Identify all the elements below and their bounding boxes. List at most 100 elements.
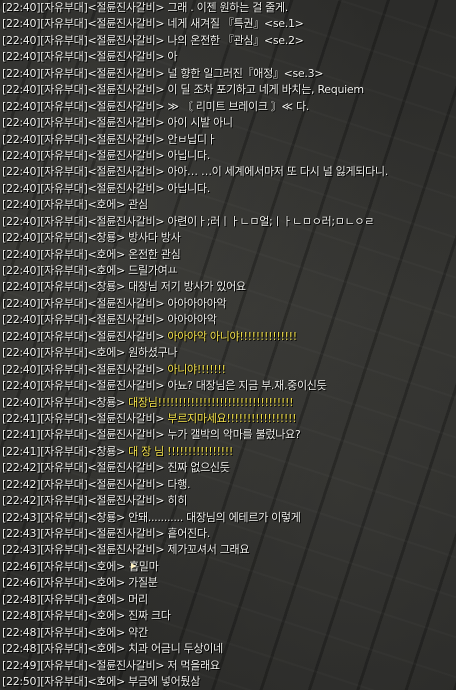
chat-sender-name[interactable]: <절륜진사갈비>: [87, 182, 164, 195]
chat-sender-name[interactable]: <호에>: [87, 626, 125, 639]
chat-channel-tag: [자유부대]: [40, 247, 88, 261]
chat-sender-name[interactable]: <호에>: [87, 675, 125, 688]
chat-timestamp: [22:46]: [2, 559, 41, 573]
chat-message-text: 부금에 넣어뒀삼: [124, 674, 201, 688]
chat-sender-name[interactable]: <호에>: [87, 264, 125, 277]
chat-sender-name[interactable]: <호에>: [87, 248, 125, 261]
chat-channel-tag: [자유부대]: [40, 642, 88, 656]
chat-sender-name[interactable]: <호에>: [87, 346, 125, 359]
chat-channel-tag: [자유부대]: [40, 231, 88, 245]
chat-sender-name[interactable]: <절륜진사갈비>: [87, 297, 164, 310]
chat-channel-tag: [자유부대]: [40, 280, 88, 294]
chat-sender-name[interactable]: <절륜진사갈비>: [87, 215, 164, 228]
chat-line: [22:43][자유부대]<절륜진사갈비> 제가꼬셔서 그래요: [2, 542, 456, 558]
chat-line: [22:48][자유부대]<호에> 약간: [2, 625, 456, 641]
chat-sender-name[interactable]: <절륜진사갈비>: [87, 379, 164, 392]
chat-window[interactable]: [22:40][자유부대]<절륜진사갈비> 그래 . 이젠 원하는 걸 줄게.[…: [0, 0, 456, 690]
chat-sender-name[interactable]: <호에>: [87, 642, 125, 655]
chat-line: [22:42][자유부대]<절륜진사갈비> 다행.: [2, 477, 456, 493]
chat-line: [22:40][자유부대]<호에> 원하셨구나: [2, 345, 456, 361]
chat-line: [22:40][자유부대]<절륜진사갈비> 아아아악 아니야!!!!!!!!!!…: [2, 329, 456, 345]
chat-sender-name[interactable]: <호에>: [87, 198, 125, 211]
chat-line: [22:40][자유부대]<창룡> 대장님 저기 방사가 있어요: [2, 279, 456, 295]
chat-channel-tag: [자유부대]: [40, 362, 88, 376]
chat-sender-name[interactable]: <절륜진사갈비>: [87, 461, 164, 474]
chat-sender-name[interactable]: <창룡>: [87, 280, 125, 293]
chat-line: [22:40][자유부대]<절륜진사갈비> 아니야!!!!!!!: [2, 362, 456, 378]
chat-line: [22:40][자유부대]<절륜진사갈비> ≫ 〘 리미트 브레이크 〙≪ 다.: [2, 99, 456, 115]
chat-timestamp: [22:43]: [2, 510, 41, 524]
chat-message-text: 네게 새겨질 『특권』<se.1>: [164, 17, 304, 31]
chat-sender-name[interactable]: <절륜진사갈비>: [87, 133, 164, 146]
chat-sender-name[interactable]: <창룡>: [87, 511, 125, 524]
chat-sender-name[interactable]: <절륜진사갈비>: [87, 543, 164, 556]
chat-sender-name[interactable]: <호에>: [87, 609, 125, 622]
chat-sender-name[interactable]: <절륜진사갈비>: [87, 149, 164, 162]
chat-sender-name[interactable]: <절륜진사갈비>: [87, 100, 164, 113]
chat-message-text: 온전한 관심: [124, 247, 181, 261]
chat-sender-name[interactable]: <절륜진사갈비>: [87, 313, 164, 326]
chat-channel-tag: [자유부대]: [40, 625, 88, 639]
chat-sender-name[interactable]: <절륜진사갈비>: [87, 478, 164, 491]
chat-channel-tag: [자유부대]: [40, 609, 88, 623]
chat-timestamp: [22:40]: [2, 362, 41, 376]
chat-message-text: 대 장 님 !!!!!!!!!!!!!!!!: [124, 444, 233, 458]
chat-message-text: 아닙니다.: [164, 148, 210, 162]
chat-timestamp: [22:48]: [2, 642, 41, 656]
chat-sender-name[interactable]: <절륜진사갈비>: [87, 83, 164, 96]
chat-channel-tag: [자유부대]: [40, 658, 88, 672]
chat-sender-name[interactable]: <호에>: [87, 560, 125, 573]
chat-channel-tag: [자유부대]: [40, 99, 88, 113]
chat-timestamp: [22:40]: [2, 33, 41, 47]
chat-sender-name[interactable]: <절륜진사갈비>: [87, 165, 164, 178]
chat-timestamp: [22:48]: [2, 609, 41, 623]
chat-channel-tag: [자유부대]: [40, 181, 88, 195]
chat-sender-name[interactable]: <창룡>: [87, 445, 125, 458]
chat-channel-tag: [자유부대]: [40, 559, 88, 573]
chat-message-text: 안ㅂ닙디ㅏ: [164, 132, 217, 146]
chat-line: [22:40][자유부대]<절륜진사갈비> 그래 . 이젠 원하는 걸 줄게.: [2, 0, 456, 16]
chat-sender-name[interactable]: <절륜진사갈비>: [87, 34, 164, 47]
chat-line: [22:40][자유부대]<절륜진사갈비> 이 딜 조차 포기하고 네게 바치는…: [2, 82, 456, 98]
chat-sender-name[interactable]: <절륜진사갈비>: [87, 659, 164, 672]
chat-sender-name[interactable]: <절륜진사갈비>: [87, 67, 164, 80]
chat-sender-name[interactable]: <호에>: [87, 593, 125, 606]
chat-sender-name[interactable]: <절륜진사갈비>: [87, 363, 164, 376]
chat-message-text: 머리: [124, 592, 148, 606]
chat-timestamp: [22:41]: [2, 411, 41, 425]
chat-line: [22:40][자유부대]<절륜진사갈비> 아이 시발 아니: [2, 115, 456, 131]
chat-timestamp: [22:41]: [2, 428, 41, 442]
chat-sender-name[interactable]: <창룡>: [87, 231, 125, 244]
chat-sender-name[interactable]: <절륜진사갈비>: [87, 412, 164, 425]
chat-message-text: 관심: [124, 198, 148, 212]
chat-message-text: 부르지마세요!!!!!!!!!!!!!!!!!: [164, 411, 297, 425]
chat-sender-name[interactable]: <절륜진사갈비>: [87, 330, 164, 343]
chat-message-text: 아니야!!!!!!!: [164, 362, 226, 376]
chat-sender-name[interactable]: <절륜진사갈비>: [87, 527, 164, 540]
chat-message-text: 아: [164, 50, 178, 64]
chat-sender-name[interactable]: <절륜진사갈비>: [87, 116, 164, 129]
chat-line: [22:40][자유부대]<절륜진사갈비> 네게 새겨질 『특권』<se.1>: [2, 16, 456, 32]
chat-log[interactable]: [22:40][자유부대]<절륜진사갈비> 그래 . 이젠 원하는 걸 줄게.[…: [2, 0, 456, 690]
chat-message-text: 아아아아악: [164, 313, 217, 327]
chat-sender-name[interactable]: <절륜진사갈비>: [87, 50, 164, 63]
chat-sender-name[interactable]: <호에>: [87, 576, 125, 589]
chat-channel-tag: [자유부대]: [40, 428, 88, 442]
chat-line: [22:40][자유부대]<절륜진사갈비> 아뇨? 대장님은 지금 부.재.중이…: [2, 378, 456, 394]
chat-channel-tag: [자유부대]: [40, 17, 88, 31]
chat-message-text: 진짜 크다: [124, 609, 171, 623]
chat-message-text: 대장님 저기 방사가 있어요: [124, 280, 246, 294]
chat-timestamp: [22:40]: [2, 181, 41, 195]
chat-channel-tag: [자유부대]: [40, 411, 88, 425]
chat-channel-tag: [자유부대]: [40, 296, 88, 310]
chat-message-text: 안돼........... 대장님의 에테르가 이렇게: [124, 510, 301, 524]
chat-sender-name[interactable]: <절륜진사갈비>: [87, 1, 164, 14]
chat-sender-name[interactable]: <절륜진사갈비>: [87, 428, 164, 441]
chat-sender-name[interactable]: <절륜진사갈비>: [87, 17, 164, 30]
chat-timestamp: [22:40]: [2, 198, 41, 212]
chat-sender-name[interactable]: <절륜진사갈비>: [87, 494, 164, 507]
chat-line: [22:40][자유부대]<절륜진사갈비> 안ㅂ닙디ㅏ: [2, 132, 456, 148]
chat-timestamp: [22:40]: [2, 247, 41, 261]
chat-sender-name[interactable]: <창룡>: [87, 396, 125, 409]
chat-timestamp: [22:40]: [2, 99, 41, 113]
